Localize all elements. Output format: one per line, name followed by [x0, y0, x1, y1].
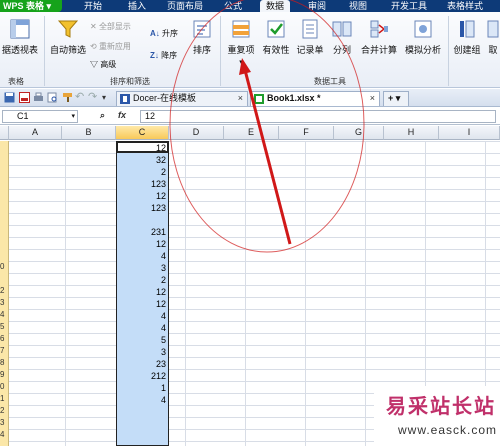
annotation-arrow-line	[243, 69, 292, 245]
watermark-logo-text: 易采站长站	[386, 394, 496, 418]
watermark-url: www.easck.com	[398, 423, 498, 437]
annotation-arrowhead	[239, 58, 251, 75]
highlight-ellipse	[169, 0, 365, 253]
watermark: 易采站长站 www.easck.com	[374, 386, 500, 446]
annotation-overlay	[169, 0, 365, 253]
